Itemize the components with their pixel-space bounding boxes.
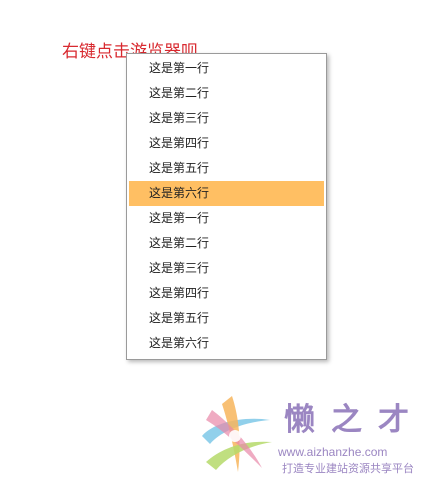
- menu-item-row-4[interactable]: 这是第四行: [129, 131, 324, 156]
- context-menu: 这是第一行 这是第二行 这是第三行 这是第四行 这是第五行 这是第六行 这是第一…: [126, 53, 327, 360]
- menu-item-row-9[interactable]: 这是第三行: [129, 256, 324, 281]
- menu-item-row-12[interactable]: 这是第六行: [129, 331, 324, 356]
- menu-item-row-1[interactable]: 这是第一行: [129, 56, 324, 81]
- brand-name: 懒之才: [284, 402, 425, 438]
- site-watermark: 懒之才 www.aizhanzhe.com 打造专业建站资源共享平台: [192, 392, 432, 480]
- menu-item-row-5[interactable]: 这是第五行: [129, 156, 324, 181]
- menu-item-row-7[interactable]: 这是第一行: [129, 206, 324, 231]
- brand-url: www.aizhanzhe.com: [278, 445, 388, 459]
- menu-item-row-10[interactable]: 这是第四行: [129, 281, 324, 306]
- star-swirl-logo-icon: [202, 396, 272, 472]
- menu-item-row-11[interactable]: 这是第五行: [129, 306, 324, 331]
- menu-item-row-2[interactable]: 这是第二行: [129, 81, 324, 106]
- brand-slogan: 打造专业建站资源共享平台: [282, 462, 414, 475]
- menu-item-row-6-highlighted[interactable]: 这是第六行: [129, 181, 324, 206]
- menu-item-row-8[interactable]: 这是第二行: [129, 231, 324, 256]
- menu-item-row-3[interactable]: 这是第三行: [129, 106, 324, 131]
